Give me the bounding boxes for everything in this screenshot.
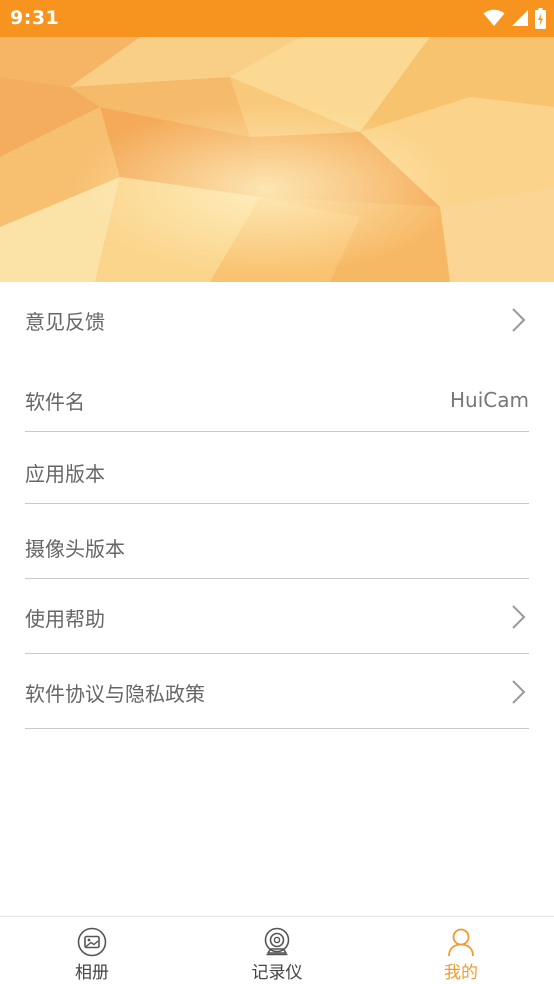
divider <box>25 653 529 654</box>
status-icons <box>483 7 546 29</box>
help-item[interactable]: 使用帮助 <box>25 599 529 635</box>
nav-item-mine[interactable]: 我的 <box>369 917 553 984</box>
polygon-banner-image <box>0 37 554 282</box>
camera-version-label: 摄像头版本 <box>25 536 125 561</box>
help-label: 使用帮助 <box>25 606 105 631</box>
software-name-value: HuiCam <box>450 388 529 412</box>
chevron-right-icon <box>512 680 526 704</box>
nav-item-recorder[interactable]: 记录仪 <box>185 917 369 984</box>
privacy-policy-label: 软件协议与隐私政策 <box>25 681 205 706</box>
feedback-item[interactable]: 意见反馈 <box>25 302 529 338</box>
privacy-policy-item[interactable]: 软件协议与隐私政策 <box>25 674 529 710</box>
divider <box>25 578 529 579</box>
profile-screen: 9:31 意见反馈 软件名 HuiCam 应用版本 摄像头版本 使用帮助 软件协… <box>0 0 554 984</box>
feedback-label: 意见反馈 <box>25 309 105 334</box>
header-banner <box>0 37 554 282</box>
app-version-label: 应用版本 <box>25 461 105 486</box>
wifi-icon <box>483 9 505 26</box>
album-icon <box>77 927 107 957</box>
software-name-label: 软件名 <box>25 389 85 414</box>
bottom-nav: 相册 记录仪 我的 <box>0 916 554 984</box>
nav-label-mine: 我的 <box>444 963 478 983</box>
status-time: 9:31 <box>10 7 60 29</box>
signal-icon <box>512 10 528 26</box>
camera-recorder-icon <box>264 927 290 956</box>
app-version-item: 应用版本 <box>25 454 529 490</box>
camera-version-item: 摄像头版本 <box>25 529 529 565</box>
divider <box>25 503 529 504</box>
battery-charging-icon <box>535 7 546 29</box>
nav-item-album[interactable]: 相册 <box>0 917 184 984</box>
user-profile-icon <box>448 928 474 957</box>
nav-label-recorder: 记录仪 <box>251 963 303 983</box>
divider <box>25 431 529 432</box>
divider <box>25 728 529 729</box>
software-name-item: 软件名 HuiCam <box>25 382 529 418</box>
status-bar: 9:31 <box>0 0 554 37</box>
nav-label-album: 相册 <box>75 963 109 983</box>
chevron-right-icon <box>512 308 526 332</box>
chevron-right-icon <box>512 605 526 629</box>
